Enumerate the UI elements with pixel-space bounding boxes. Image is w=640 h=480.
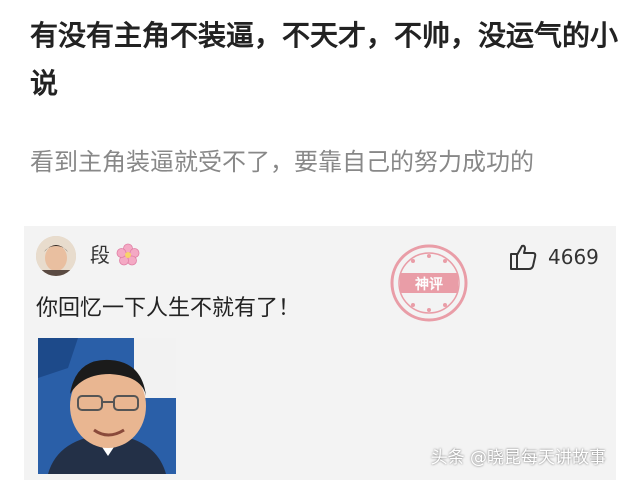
thumbs-up-icon[interactable]	[508, 242, 538, 272]
meme-image[interactable]	[38, 338, 176, 474]
featured-comment-stamp: 神评	[388, 242, 470, 324]
like-count: 4669	[548, 245, 599, 269]
answer-card[interactable]: 段 神评 4669 你回忆一下人生不就有了！ 头条 @晓昆每天讲故事	[24, 226, 616, 480]
question-title[interactable]: 有没有主角不装逼，不天才，不帅，没运气的小说	[30, 12, 620, 108]
answer-text: 你回忆一下人生不就有了！	[36, 296, 301, 321]
author-name[interactable]: 段	[90, 240, 110, 270]
avatar[interactable]	[36, 236, 76, 276]
watermark: 头条 @晓昆每天讲故事	[430, 448, 606, 468]
question-description: 看到主角装逼就受不了，要靠自己的努力成功的	[30, 148, 534, 176]
cherry-blossom-icon	[116, 243, 140, 267]
stamp-text: 神评	[415, 276, 443, 293]
